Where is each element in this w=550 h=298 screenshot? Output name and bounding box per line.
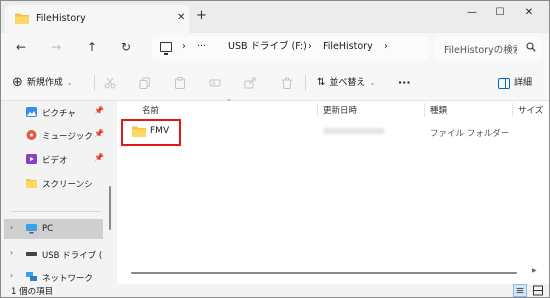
network-icon <box>26 272 37 281</box>
details-pane-button[interactable]: 詳細 <box>498 74 532 92</box>
videos-icon <box>26 154 37 164</box>
sort-button[interactable]: ⇅ 並べ替え ⌄ <box>317 74 375 92</box>
sidebar-item-pictures[interactable]: ピクチャ 📌 <box>1 102 105 122</box>
usb-drive-icon <box>26 252 37 256</box>
details-button-label: 詳細 <box>514 78 533 88</box>
share-icon[interactable] <box>244 77 256 89</box>
sidebar-item-music[interactable]: ミュージック 📌 <box>1 125 105 145</box>
divider <box>305 75 306 91</box>
back-button[interactable]: ← <box>16 40 26 54</box>
divider <box>11 211 101 212</box>
pin-icon: 📌 <box>94 129 104 138</box>
column-header-type[interactable]: 種類 <box>430 104 447 116</box>
large-icons-view-icon[interactable] <box>531 284 545 297</box>
sidebar-item-label: ピクチャ <box>42 109 76 119</box>
sort-button-label: 並べ替え <box>329 78 366 88</box>
refresh-button[interactable]: ↻ <box>121 40 131 54</box>
sidebar-item-label: ネットワーク <box>42 274 94 284</box>
minimize-button[interactable]: — <box>457 4 487 22</box>
sidebar-item-videos[interactable]: ビデオ 📌 <box>1 149 105 169</box>
sort-ascending-icon: ⌃ <box>226 98 232 106</box>
sidebar-item-pc[interactable]: › PC <box>4 219 103 239</box>
command-bar: ⊕ 新規作成 ⌄ A ⇅ 並べ替え ⌄ ··· 詳細 <box>1 65 549 101</box>
sidebar-item-label: ミュージック <box>42 132 93 142</box>
breadcrumb-filehistory[interactable]: FileHistory <box>323 41 373 53</box>
sidebar-item-label: ビデオ <box>42 156 68 166</box>
scroll-right-icon[interactable]: ▶ <box>532 267 537 274</box>
title-bar: FileHistory ✕ + — ☐ ✕ <box>1 1 549 33</box>
column-separator[interactable] <box>317 103 318 117</box>
chevron-down-icon: ⌄ <box>66 79 73 87</box>
pc-icon <box>26 224 37 234</box>
pin-icon: 📌 <box>94 153 104 162</box>
pin-icon: 📌 <box>94 106 104 115</box>
tab-close-icon[interactable]: ✕ <box>177 12 185 23</box>
breadcrumb-overflow[interactable]: ··· <box>197 41 206 53</box>
address-bar[interactable]: › ··· USB ドライブ (F:) › FileHistory › <box>152 36 428 60</box>
sidebar-item-screenshots[interactable]: スクリーンショット <box>1 173 105 193</box>
highlight-box <box>121 119 181 146</box>
file-date-redacted <box>323 128 385 134</box>
paste-icon[interactable] <box>174 77 186 89</box>
music-icon <box>26 130 37 140</box>
rename-icon[interactable]: A <box>209 77 221 89</box>
navigation-pane: ピクチャ 📌 ミュージック 📌 ビデオ 📌 スクリーンショット <box>1 101 111 284</box>
close-button[interactable]: ✕ <box>514 4 544 22</box>
maximize-button[interactable]: ☐ <box>485 4 515 22</box>
sidebar-item-label: PC <box>42 224 54 234</box>
breadcrumb-usb-drive[interactable]: USB ドライブ (F:) <box>228 41 307 53</box>
cut-icon[interactable] <box>104 77 116 89</box>
navigation-bar: ← → ↑ ↻ › ··· USB ドライブ (F:) › FileHistor… <box>1 33 549 65</box>
plus-icon: ⊕ <box>12 75 23 90</box>
column-header-size[interactable]: サイズ <box>518 104 543 116</box>
new-button-label: 新規作成 <box>26 78 63 88</box>
file-type: ファイル フォルダー <box>430 129 510 139</box>
copy-icon[interactable] <box>139 77 151 89</box>
item-count: 1 個の項目 <box>11 287 54 297</box>
svg-text:A: A <box>212 81 216 87</box>
details-view-icon[interactable] <box>513 284 527 297</box>
chevron-right-icon[interactable]: › <box>10 271 13 280</box>
file-list: ⌃ 名前 更新日時 種類 サイズ FMV ファイル フォルダー ▶ <box>117 98 549 284</box>
folder-icon <box>26 179 37 188</box>
sidebar-item-label: スクリーンショット <box>42 180 94 190</box>
chevron-right-icon[interactable]: › <box>10 248 13 257</box>
file-row[interactable]: FMV ファイル フォルダー <box>117 121 549 141</box>
new-button[interactable]: ⊕ 新規作成 ⌄ <box>12 74 73 92</box>
sidebar-item-usb-drive[interactable]: › USB ドライブ (F:) <box>1 244 105 264</box>
up-button[interactable]: ↑ <box>87 40 97 54</box>
file-explorer-window: FileHistory ✕ + — ☐ ✕ ← → ↑ ↻ › ··· USB … <box>0 0 550 298</box>
sidebar-item-label: USB ドライブ (F:) <box>42 251 102 261</box>
horizontal-scrollbar[interactable] <box>131 272 517 274</box>
folder-icon <box>15 13 29 24</box>
status-bar: 1 個の項目 <box>1 284 549 297</box>
delete-icon[interactable] <box>281 77 293 89</box>
column-separator[interactable] <box>512 103 513 117</box>
tab-title: FileHistory <box>36 13 86 24</box>
breadcrumb-separator-icon: › <box>308 41 312 52</box>
search-box[interactable]: FileHistoryの検索 <box>434 36 542 60</box>
column-header-name[interactable]: 名前 <box>142 104 159 116</box>
chevron-right-icon[interactable]: › <box>10 223 13 232</box>
tab-filehistory[interactable]: FileHistory ✕ <box>5 5 189 33</box>
sort-icon: ⇅ <box>317 77 326 88</box>
pictures-icon <box>26 107 37 117</box>
column-separator[interactable] <box>424 103 425 117</box>
details-pane-icon <box>498 77 510 89</box>
forward-button[interactable]: → <box>51 40 61 54</box>
divider <box>94 75 95 91</box>
breadcrumb-separator-icon: › <box>384 41 388 52</box>
chevron-down-icon: ⌄ <box>369 79 376 87</box>
search-icon <box>526 42 536 52</box>
column-header-date[interactable]: 更新日時 <box>323 104 357 116</box>
new-tab-button[interactable]: + <box>196 9 207 22</box>
breadcrumb-separator-icon: › <box>182 41 186 52</box>
sidebar-scrollbar[interactable] <box>109 186 111 230</box>
search-placeholder: FileHistoryの検索 <box>444 45 517 56</box>
pc-icon <box>160 42 172 55</box>
more-options-button[interactable]: ··· <box>398 74 411 92</box>
